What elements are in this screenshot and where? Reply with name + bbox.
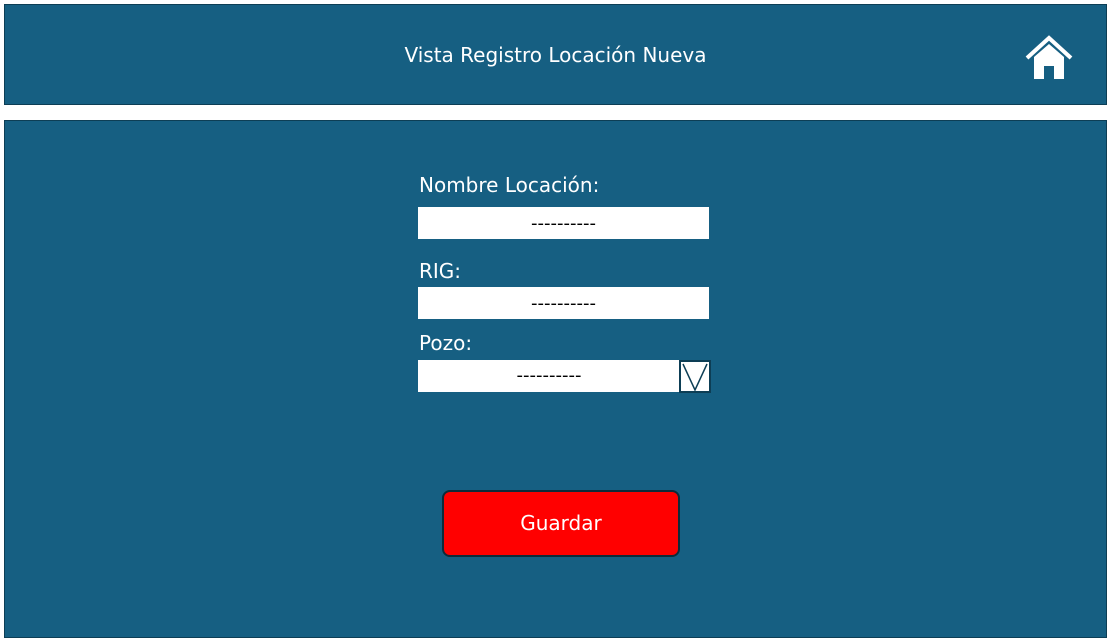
nombre-locacion-input[interactable] bbox=[418, 207, 709, 239]
pozo-dropdown-toggle[interactable] bbox=[679, 360, 711, 393]
home-icon bbox=[1025, 35, 1073, 79]
header-bar: Vista Registro Locación Nueva bbox=[4, 4, 1107, 105]
rig-input[interactable] bbox=[418, 287, 709, 319]
home-button[interactable] bbox=[1024, 35, 1074, 81]
page-title: Vista Registro Locación Nueva bbox=[404, 43, 707, 67]
form-panel: Nombre Locación: RIG: Pozo: ---------- G… bbox=[4, 120, 1107, 638]
pozo-label: Pozo: bbox=[419, 331, 473, 355]
nombre-locacion-label: Nombre Locación: bbox=[419, 173, 600, 197]
chevron-down-icon bbox=[682, 363, 708, 391]
pozo-select[interactable]: ---------- bbox=[418, 360, 711, 393]
pozo-select-value: ---------- bbox=[418, 360, 680, 392]
save-button[interactable]: Guardar bbox=[442, 490, 680, 557]
rig-label: RIG: bbox=[419, 259, 462, 283]
